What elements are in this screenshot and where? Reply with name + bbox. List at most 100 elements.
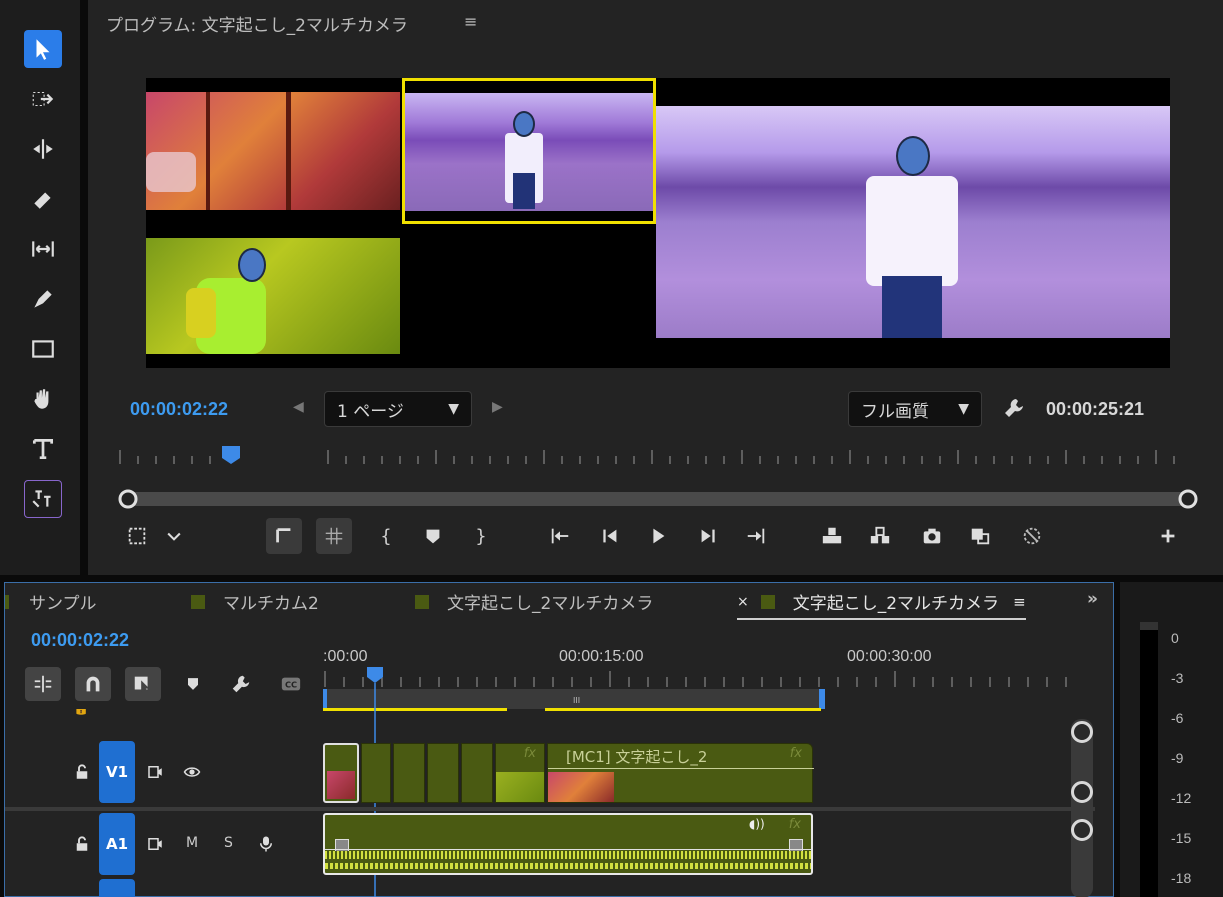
- tab-transcript-multicam[interactable]: 文字起こし_2マルチカメラ: [415, 589, 653, 614]
- scroll-knob-top[interactable]: [1071, 721, 1093, 743]
- track-target-a2[interactable]: [99, 879, 135, 897]
- captions-cc-icon[interactable]: CC: [273, 667, 309, 701]
- next-page-icon[interactable]: ▶: [492, 399, 503, 415]
- clip-cut-1[interactable]: [323, 743, 359, 803]
- multicam-grid-icon[interactable]: [316, 518, 352, 554]
- lock-icon[interactable]: [73, 835, 91, 857]
- step-back-icon[interactable]: [596, 516, 624, 556]
- camera-angle-3[interactable]: [146, 238, 400, 354]
- eye-icon[interactable]: [181, 763, 203, 785]
- db-label: -9: [1171, 750, 1184, 766]
- ruler-label-0: :00:00: [323, 648, 368, 665]
- track-select-tool-icon[interactable]: [24, 80, 62, 118]
- extract-icon[interactable]: [864, 516, 896, 556]
- audio-meter: 0 -3 -6 -9 -12 -15 -18: [1120, 582, 1223, 897]
- microphone-icon[interactable]: [257, 833, 275, 859]
- camera-angle-2[interactable]: [402, 78, 656, 224]
- timeline-settings-wrench-icon[interactable]: [223, 667, 259, 701]
- clip-cut-2[interactable]: [361, 743, 391, 803]
- hand-tool-icon[interactable]: [24, 380, 62, 418]
- program-current-timecode[interactable]: 00:00:02:22: [130, 399, 228, 420]
- clip-cut-4[interactable]: [427, 743, 459, 803]
- svg-text:CC: CC: [285, 680, 297, 690]
- a1-audio-clip[interactable]: ◖)) fx: [323, 813, 813, 875]
- multicam-view[interactable]: [146, 78, 1170, 368]
- track-header-v1: V1: [5, 741, 323, 805]
- tab-sample[interactable]: サンプル: [5, 589, 97, 614]
- timeline-vertical-scrollbar[interactable]: [1071, 719, 1093, 897]
- panel-menu-icon[interactable]: ≡: [1013, 593, 1026, 611]
- ruler-label-15: 00:00:15:00: [559, 648, 644, 665]
- add-marker-icon[interactable]: [421, 516, 445, 556]
- page-select-value: 1 ページ: [337, 401, 404, 422]
- clip-mc1[interactable]: [MC1] 文字起こし_2 fx: [547, 743, 814, 803]
- page-select[interactable]: 1 ページ ▼: [324, 391, 472, 427]
- caption-tool-icon[interactable]: [24, 480, 62, 518]
- sequence-color-label: [5, 594, 9, 609]
- sync-lock-icon[interactable]: [145, 763, 165, 785]
- v1-clip-group[interactable]: fx [MC1] 文字起こし_2 fx: [323, 743, 814, 803]
- slip-tool-icon[interactable]: [24, 230, 62, 268]
- pen-tool-icon[interactable]: [24, 280, 62, 318]
- tab-transcript-multicam-active[interactable]: × 文字起こし_2マルチカメラ ≡: [737, 589, 1026, 620]
- program-duration-timecode: 00:00:25:21: [1046, 399, 1145, 419]
- program-time-ruler[interactable]: [118, 446, 1183, 468]
- timeline-panel: サンプル マルチカム2 文字起こし_2マルチカメラ × 文字起こし_2マルチカメ…: [4, 582, 1114, 897]
- clip-cut-5[interactable]: [461, 743, 493, 803]
- go-to-out-icon[interactable]: [742, 516, 770, 556]
- clip-cut-6[interactable]: fx: [495, 743, 545, 803]
- snap-magnet-icon[interactable]: [75, 667, 111, 701]
- lift-icon[interactable]: [816, 516, 848, 556]
- comparison-view-icon[interactable]: [266, 518, 302, 554]
- timeline-current-timecode[interactable]: 00:00:02:22: [31, 630, 129, 651]
- step-forward-icon[interactable]: [694, 516, 722, 556]
- linked-selection-icon[interactable]: [125, 667, 161, 701]
- track-target-a1[interactable]: A1: [99, 813, 135, 875]
- sequence-color-label: [191, 594, 205, 609]
- sync-lock-icon[interactable]: [145, 835, 165, 857]
- mark-in-icon[interactable]: {: [374, 516, 398, 556]
- audio-speaker-icon: ◖)): [749, 817, 765, 831]
- settings-wrench-icon[interactable]: [1002, 396, 1026, 424]
- prev-page-icon[interactable]: ◀: [293, 399, 304, 415]
- overflow-tabs-icon[interactable]: »: [1087, 589, 1098, 609]
- mark-out-icon[interactable]: }: [469, 516, 493, 556]
- play-icon[interactable]: [644, 516, 672, 556]
- solo-button[interactable]: S: [224, 835, 233, 851]
- rectangle-tool-icon[interactable]: [24, 330, 62, 368]
- razor-tool-icon[interactable]: [24, 180, 62, 218]
- tab-label: 文字起こし_2マルチカメラ: [792, 594, 1000, 614]
- scroll-knob-bottom[interactable]: [1071, 781, 1093, 803]
- scroll-knob-audio[interactable]: [1071, 819, 1093, 841]
- camera-angle-1[interactable]: [146, 92, 400, 210]
- ripple-edit-tool-icon[interactable]: [24, 130, 62, 168]
- timeline-ruler[interactable]: III: [323, 667, 1083, 717]
- panel-menu-icon[interactable]: ≡: [464, 12, 477, 31]
- track-divider[interactable]: [5, 807, 1095, 811]
- vr-video-icon[interactable]: [1018, 516, 1046, 556]
- playback-resolution-select[interactable]: フル画質 ▼: [848, 391, 982, 427]
- go-to-in-icon[interactable]: [546, 516, 574, 556]
- meter-peak: [1140, 622, 1158, 630]
- mute-button[interactable]: M: [186, 835, 198, 851]
- track-target-v1[interactable]: V1: [99, 741, 135, 803]
- export-frame-camera-icon[interactable]: [918, 516, 946, 556]
- selection-tool-icon[interactable]: [24, 30, 62, 68]
- clip-cut-3[interactable]: [393, 743, 425, 803]
- chevron-down-icon[interactable]: [164, 516, 184, 556]
- add-button-icon[interactable]: [1154, 516, 1182, 556]
- db-label: -15: [1171, 830, 1192, 846]
- program-zoom-scrollbar[interactable]: [118, 489, 1198, 509]
- lock-icon[interactable]: [73, 763, 91, 785]
- type-tool-icon[interactable]: [24, 430, 62, 468]
- insert-nested-icon[interactable]: [25, 667, 61, 701]
- meter-bar: [1140, 622, 1158, 897]
- quality-select-value: フル画質: [861, 401, 929, 422]
- tools-panel: [0, 0, 82, 575]
- chevron-down-icon: ▼: [958, 401, 969, 417]
- close-tab-icon[interactable]: ×: [737, 594, 749, 610]
- tab-multicam2[interactable]: マルチカム2: [191, 589, 319, 614]
- safe-margins-icon[interactable]: [124, 516, 150, 556]
- insert-clip-icon[interactable]: [964, 516, 996, 556]
- add-marker-icon[interactable]: [175, 667, 211, 701]
